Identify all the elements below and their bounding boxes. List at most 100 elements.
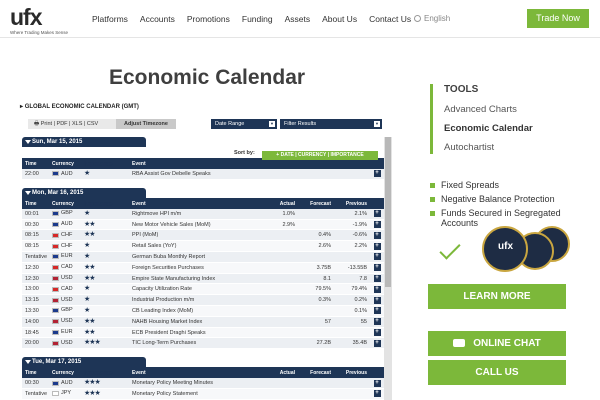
tool-economic-calendar[interactable]: Economic Calendar xyxy=(444,123,533,134)
flag-icon xyxy=(52,254,59,260)
day-spacer xyxy=(22,180,384,188)
nav-assets[interactable]: Assets xyxy=(285,14,311,24)
expand-cell: + xyxy=(370,378,384,388)
language-selector[interactable]: English xyxy=(414,14,450,23)
plus-icon[interactable]: + xyxy=(373,339,381,347)
table-row[interactable]: 08:15 CHF ★ Retail Sales (YoY) 2.6% 2.2% + xyxy=(22,241,384,252)
learn-more-button[interactable]: LEARN MORE xyxy=(428,284,566,309)
table-row[interactable]: 08:15 CHF ★★ PPI (MoM) 0.4% -0.6% + xyxy=(22,230,384,242)
cell-previous: 79.4% xyxy=(351,286,367,293)
nav-accounts[interactable]: Accounts xyxy=(140,14,175,24)
plus-icon[interactable]: + xyxy=(373,170,381,178)
column-header-event[interactable]: Event xyxy=(128,160,264,169)
calendar-heading[interactable]: ▸ GLOBAL ECONOMIC CALENDAR (GMT) xyxy=(20,103,139,110)
column-header-previous[interactable]: Previous xyxy=(334,369,370,378)
adjust-timezone-tab[interactable]: Adjust Timezone xyxy=(116,119,176,129)
plus-icon[interactable]: + xyxy=(373,210,381,218)
star-icon: ★★ xyxy=(84,220,96,228)
day-header[interactable]: Sun, Mar 15, 2015 xyxy=(22,137,146,147)
star-icon: ★★ xyxy=(84,274,96,282)
cell-previous: 35.4B xyxy=(352,340,367,347)
column-header-time[interactable]: Time xyxy=(22,200,52,209)
column-header-previous[interactable]: Previous xyxy=(334,200,370,209)
table-row[interactable]: 12:30 USD ★★ Empire State Manufacturing Ind… xyxy=(22,273,384,285)
column-header-event[interactable]: Event xyxy=(128,369,264,378)
plus-icon[interactable]: + xyxy=(373,220,381,228)
nav-about-us[interactable]: About Us xyxy=(322,14,357,24)
table-row[interactable]: 22:00 AUD ★ RBA Assist Gov Debelle Speaks + xyxy=(22,169,384,180)
nav-promotions[interactable]: Promotions xyxy=(187,14,230,24)
plus-icon[interactable]: + xyxy=(373,390,381,398)
tool-advanced-charts[interactable]: Advanced Charts xyxy=(444,104,517,115)
nav-funding[interactable]: Funding xyxy=(242,14,273,24)
table-row[interactable]: Tentative JPY ★★★ Monetary Policy Statement… xyxy=(22,388,384,400)
column-header-actual[interactable]: Actual xyxy=(264,369,298,378)
column-header-importance[interactable]: Importance xyxy=(84,160,128,169)
column-header-importance[interactable]: Importance xyxy=(84,200,128,209)
nav-contact-us[interactable]: Contact Us xyxy=(369,14,411,24)
column-header-forecast[interactable]: Forecast xyxy=(298,369,334,378)
table-row[interactable]: 00:01 GBP ★ Rightmove HPI m/m 1.0% 2.1% + xyxy=(22,208,384,220)
star-icon: ★ xyxy=(84,285,90,293)
plus-icon[interactable]: + xyxy=(373,274,381,282)
plus-icon[interactable]: + xyxy=(373,231,381,239)
filter-results-dropdown[interactable]: Filter Results ▼ xyxy=(280,119,382,129)
star-icon: ★ xyxy=(84,209,90,217)
call-us-button[interactable]: CALL US xyxy=(428,360,566,385)
calendar-scrollbar[interactable] xyxy=(384,137,392,400)
table-row[interactable]: 13:00 CAD ★ Capacity Utilization Rate 79.5% 7… xyxy=(22,284,384,296)
column-header-event[interactable]: Event xyxy=(128,200,264,209)
plus-icon[interactable]: + xyxy=(373,307,381,315)
cell-event: Industrial Production m/m xyxy=(132,297,195,304)
plus-icon[interactable]: + xyxy=(373,379,381,387)
table-row[interactable]: 12:30 CAD ★★ Foreign Securities Purchases 3.… xyxy=(22,262,384,274)
nav-platforms[interactable]: Platforms xyxy=(92,14,128,24)
table-row[interactable]: 13:30 GBP ★ CB Leading Index (MoM) 0.1% + xyxy=(22,305,384,317)
cell-event: RBA Assist Gov Debelle Speaks xyxy=(132,171,211,177)
currency-code: CHF xyxy=(61,242,73,249)
flag-icon xyxy=(52,297,59,303)
logo[interactable]: ufx Where Trading Makes Sense xyxy=(8,4,72,35)
cell-actual xyxy=(264,295,298,305)
date-range-dropdown[interactable]: Date Range ▼ xyxy=(211,119,277,129)
table-row[interactable]: 14:00 USD ★★ NAHB Housing Market Index 57 55 + xyxy=(22,316,384,328)
table-row[interactable]: 18:45 EUR ★★ ECB President Draghi Speaks + xyxy=(22,327,384,339)
column-header-actual[interactable]: Actual xyxy=(264,200,298,209)
scroll-thumb[interactable] xyxy=(385,137,391,287)
table-row[interactable]: 00:30 AUD ★★★ Monetary Policy Meeting Minut… xyxy=(22,378,384,389)
plus-icon[interactable]: + xyxy=(373,318,381,326)
table-row[interactable]: 00:30 AUD ★★ New Motor Vehicle Sales (MoM) 2… xyxy=(22,219,384,231)
flag-icon xyxy=(52,265,59,271)
day-header[interactable]: Mon, Mar 16, 2015 xyxy=(22,187,146,198)
column-header-importance[interactable]: Importance xyxy=(84,369,128,378)
checkmark-icon xyxy=(439,238,461,260)
sort-options[interactable]: + DATE | CURRENCY | IMPORTANCE xyxy=(262,151,378,160)
plus-icon[interactable]: + xyxy=(373,296,381,304)
column-header-currency[interactable]: Currency xyxy=(52,160,84,169)
day-header[interactable]: Tue, Mar 17, 2015 xyxy=(22,357,146,368)
online-chat-button[interactable]: ONLINE CHAT xyxy=(428,331,566,356)
tool-autochartist[interactable]: Autochartist xyxy=(444,142,494,153)
table-row[interactable]: 20:00 USD ★★★ TIC Long-Term Purchases 27.2B 3… xyxy=(22,338,384,350)
tools-accent-bar xyxy=(430,84,433,154)
plus-icon[interactable]: + xyxy=(373,285,381,293)
coin-text: ufx xyxy=(498,241,513,252)
plus-icon[interactable]: + xyxy=(373,264,381,272)
cell-time: 13:30 xyxy=(25,307,39,314)
cell-event: Empire State Manufacturing Index xyxy=(132,275,216,282)
column-header-time[interactable]: Time xyxy=(22,369,52,378)
column-header-time[interactable]: Time xyxy=(22,160,52,169)
column-header-forecast[interactable]: Forecast xyxy=(298,200,334,209)
export-tab[interactable]: 🖶 Print | PDF | XLS | CSV xyxy=(28,119,116,129)
main-nav: Platforms Accounts Promotions Funding As… xyxy=(92,14,423,24)
plus-icon[interactable]: + xyxy=(373,242,381,250)
plus-icon[interactable]: + xyxy=(373,253,381,261)
cell-currency: EUR xyxy=(52,328,84,338)
cell-actual xyxy=(264,230,298,240)
plus-icon[interactable]: + xyxy=(373,328,381,336)
cell-event: Capacity Utilization Rate xyxy=(132,286,192,293)
table-row[interactable]: Tentative EUR ★ German Buba Monthly Report + xyxy=(22,251,384,263)
trade-now-button[interactable]: Trade Now xyxy=(527,9,589,28)
cell-previous xyxy=(334,328,370,338)
table-row[interactable]: 13:15 USD ★ Industrial Production m/m 0.3% 0.… xyxy=(22,295,384,306)
